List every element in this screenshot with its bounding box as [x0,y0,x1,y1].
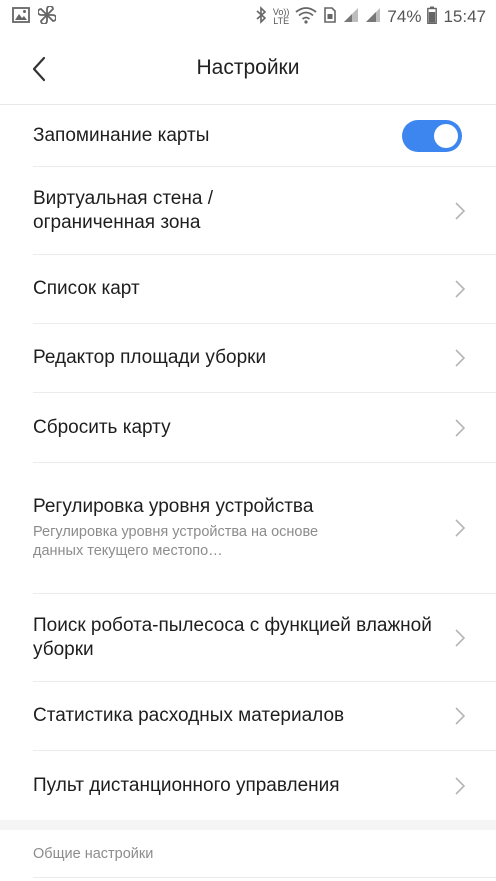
setting-remote-control[interactable]: Пульт дистанционного управления [33,751,496,820]
setting-reset-map[interactable]: Сбросить карту [33,393,496,463]
section-divider [0,820,496,830]
signal-icon [343,7,359,28]
section-header-general: Общие настройки [33,830,496,878]
chevron-right-icon [455,418,466,437]
pinwheel-icon [37,4,57,29]
setting-find-robot[interactable]: Поиск робота-пылесоса с функцией влажной… [33,594,496,682]
setting-title: Запоминание карты [33,124,210,146]
wifi-icon [295,6,317,29]
toggle-knob [434,123,458,148]
signal-icon-2 [365,7,381,28]
setting-map-list[interactable]: Список карт [33,255,496,324]
bluetooth-icon [255,5,267,29]
clock: 15:47 [443,7,486,26]
setting-subtitle: Регулировка уровня устройства на основе … [33,524,319,559]
battery-icon [427,6,438,29]
setting-device-level[interactable]: Регулировка уровня устройства Регулировк… [33,463,496,594]
setting-title: Поиск робота-пылесоса с функцией влажной… [33,614,432,660]
volte-indicator: Vo)) LTE [272,7,290,26]
setting-title: Виртуальная стена / ограниченная зона [33,187,213,233]
chevron-right-icon [455,628,466,647]
setting-virtual-wall[interactable]: Виртуальная стена / ограниченная зона [33,167,496,255]
setting-title: Редактор площади уборки [33,347,267,368]
sim-icon [323,6,337,29]
setting-cleaning-area-editor[interactable]: Редактор площади уборки [33,324,496,393]
status-bar: Vo)) LTE 74% 15:47 [0,0,496,34]
chevron-right-icon [455,280,466,298]
app-header: Настройки [0,34,496,105]
battery-percent: 74% [387,7,422,26]
chevron-right-icon [455,201,466,220]
setting-title: Регулировка уровня устройства [33,496,314,517]
chevron-right-icon [455,519,466,537]
chevron-right-icon [455,776,466,795]
image-icon [12,6,30,28]
chevron-right-icon [455,707,466,725]
page-title: Настройки [196,56,300,79]
setting-title: Пульт дистанционного управления [33,774,340,796]
settings-list: Запоминание карты Виртуальная стена / ог… [0,105,496,878]
setting-title: Список карт [33,278,140,299]
setting-title: Сбросить карту [33,416,171,438]
chevron-right-icon [455,349,466,367]
setting-consumables[interactable]: Статистика расходных материалов [33,682,496,751]
setting-title: Статистика расходных материалов [33,705,345,726]
setting-map-memory[interactable]: Запоминание карты [33,105,496,167]
map-memory-toggle[interactable] [402,119,462,152]
